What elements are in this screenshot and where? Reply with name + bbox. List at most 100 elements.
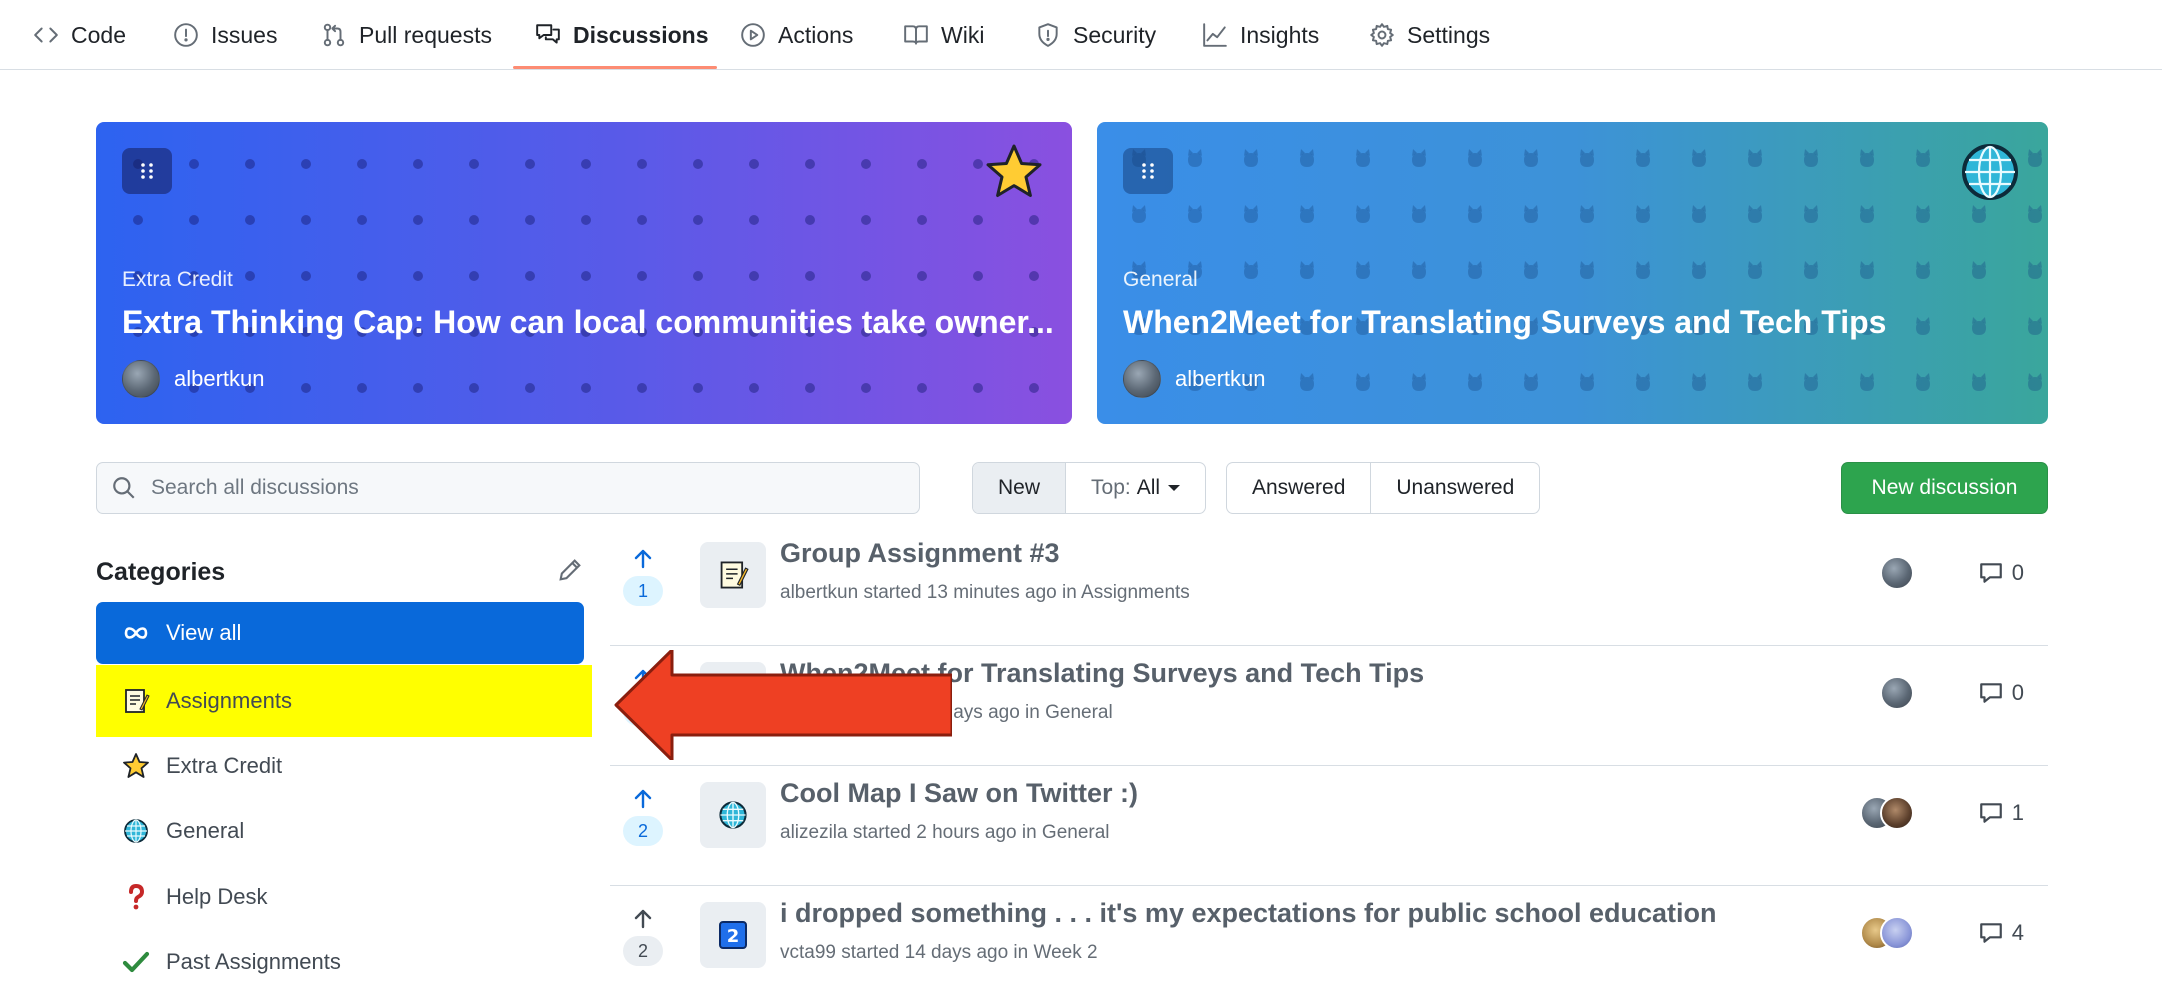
tab-label: Discussions [573, 21, 709, 48]
tab-label: Code [71, 21, 126, 48]
sidebar-item-assignments[interactable]: Assignments [96, 665, 592, 737]
discussion-thumbnail: 2 [700, 902, 766, 968]
tab-label: Insights [1240, 21, 1320, 48]
comment-icon [1979, 683, 2002, 703]
discussion-row[interactable]: 2 Cool Map I Saw on Twitter :) alizezila… [610, 766, 2048, 886]
tab-label: Settings [1407, 21, 1491, 48]
sort-top-prefix: Top: [1091, 476, 1131, 499]
sort-button-group: New Top: All [972, 462, 1207, 514]
avatar [1123, 360, 1161, 398]
spotlight-category: General [1123, 268, 1198, 291]
tab-actions[interactable]: Actions [740, 0, 853, 70]
sidebar-item-label: Assignments [166, 688, 292, 713]
repo-nav: Code Issues Pull requests Discussions Ac… [0, 0, 2162, 70]
tab-wiki[interactable]: Wiki [903, 0, 984, 70]
participants [1860, 916, 1914, 950]
discussion-thumbnail [700, 782, 766, 848]
spotlight-title[interactable]: Extra Thinking Cap: How can local commun… [122, 304, 1054, 341]
sidebar-item-extra-credit[interactable]: Extra Credit [96, 735, 584, 797]
discussion-title[interactable]: Group Assignment #3 [780, 538, 1060, 569]
avatar[interactable] [1880, 916, 1914, 950]
filter-unanswered-button[interactable]: Unanswered [1371, 463, 1539, 513]
comment-icon [1979, 563, 2002, 583]
spotlight-title[interactable]: When2Meet for Translating Surveys and Te… [1123, 304, 1886, 341]
check-icon [122, 951, 150, 973]
spotlight-card-general[interactable]: General When2Meet for Translating Survey… [1097, 122, 2048, 424]
discussion-row[interactable]: 2 2 i dropped something . . . it's my ex… [610, 886, 2048, 989]
avatar[interactable] [1880, 796, 1914, 830]
participants [1880, 556, 1914, 590]
discussion-thumbnail [700, 542, 766, 608]
discussion-row[interactable]: 1 When2Meet for Translating Surveys and … [610, 646, 2048, 766]
tab-insights[interactable]: Insights [1202, 0, 1319, 70]
active-tab-underline [513, 66, 717, 69]
discussion-title[interactable]: When2Meet for Translating Surveys and Te… [780, 658, 1424, 689]
vote-count: 1 [623, 696, 663, 726]
gear-icon [1370, 23, 1394, 47]
filter-unanswered-label: Unanswered [1396, 476, 1515, 499]
search-input[interactable]: Search all discussions [96, 462, 920, 514]
comment-icon [1979, 803, 2002, 823]
globe-icon [719, 681, 747, 709]
tab-pull-requests[interactable]: Pull requests [321, 0, 492, 70]
globe-icon [124, 819, 148, 843]
comment-count-value: 4 [2011, 920, 2024, 945]
filter-answered-label: Answered [1252, 476, 1346, 499]
avatar[interactable] [1880, 556, 1914, 590]
pencil-icon[interactable] [556, 556, 584, 584]
discussion-thumbnail [700, 662, 766, 728]
comment-icon [1979, 923, 2002, 943]
tab-label: Pull requests [359, 21, 492, 48]
sidebar-item-label: Help Desk [166, 884, 268, 909]
question-icon [129, 883, 145, 910]
discussion-row[interactable]: 1 Group Assignment #3 albertkun started … [610, 526, 2048, 646]
filter-button-group: Answered Unanswered [1226, 462, 1541, 514]
new-discussion-button[interactable]: New discussion [1841, 462, 2048, 514]
sidebar-item-label: Past Assignments [166, 949, 341, 974]
upvote-button[interactable]: 1 [622, 668, 664, 726]
spotlight-card-extra-credit[interactable]: Extra Credit Extra Thinking Cap: How can… [96, 122, 1072, 424]
filter-answered-button[interactable]: Answered [1227, 463, 1372, 513]
upvote-button[interactable]: 2 [622, 788, 664, 846]
tab-label: Issues [211, 21, 278, 48]
comment-count-value: 0 [2011, 680, 2024, 705]
tab-label: Actions [778, 21, 854, 48]
spotlight-author[interactable]: albertkun [122, 360, 265, 398]
comment-count-value: 0 [2011, 560, 2024, 585]
sidebar-item-view-all[interactable]: View all [96, 602, 584, 664]
spotlight-category: Extra Credit [122, 268, 233, 291]
vote-count: 2 [623, 816, 663, 846]
tab-settings[interactable]: Settings [1369, 0, 1490, 70]
drag-handle-icon[interactable] [1123, 148, 1173, 194]
upvote-button[interactable]: 1 [622, 548, 664, 606]
discussion-title[interactable]: Cool Map I Saw on Twitter :) [780, 778, 1138, 809]
code-icon [34, 27, 58, 43]
spotlight-author[interactable]: albertkun [1123, 360, 1266, 398]
avatar[interactable] [1880, 676, 1914, 710]
tab-issues[interactable]: Issues [173, 0, 277, 70]
sidebar-item-past-assignments[interactable]: Past Assignments [96, 931, 584, 989]
tab-discussions[interactable]: Discussions [535, 0, 709, 70]
issue-icon [174, 23, 198, 47]
arrow-up-icon [634, 789, 652, 809]
comment-count: 0 [1978, 680, 2024, 706]
sort-top-dropdown[interactable]: Top: All [1066, 463, 1205, 513]
sort-top-value: All [1136, 476, 1161, 499]
tab-code[interactable]: Code [33, 0, 126, 70]
shield-icon [1038, 23, 1058, 47]
upvote-button[interactable]: 2 [622, 908, 664, 966]
star-icon [123, 753, 149, 778]
author-name: albertkun [1175, 366, 1266, 391]
discussion-meta: albertkun started 13 minutes ago in Assi… [780, 582, 1190, 603]
discussion-title[interactable]: i dropped something . . . it's my expect… [780, 898, 1717, 929]
sidebar-item-label: General [166, 818, 245, 843]
discussion-meta: albertkun started 2 days ago in General [780, 702, 1113, 723]
sidebar-item-general[interactable]: General [96, 800, 584, 862]
sort-new-button[interactable]: New [973, 463, 1067, 513]
tab-security[interactable]: Security [1035, 0, 1156, 70]
sidebar-item-help-desk[interactable]: Help Desk [96, 866, 584, 928]
drag-handle-icon[interactable] [122, 148, 172, 194]
author-name: albertkun [174, 366, 265, 391]
memo-icon [720, 561, 749, 589]
globe-icon [1962, 144, 2018, 200]
